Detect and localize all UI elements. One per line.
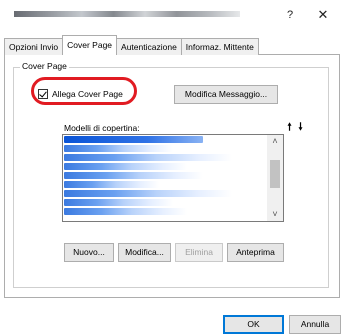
tab-autenticazione[interactable]: Autenticazione	[116, 38, 182, 55]
templates-list	[64, 136, 262, 217]
tab-informaz-mittente[interactable]: Informaz. Mittente	[180, 38, 259, 55]
list-item[interactable]	[64, 181, 160, 188]
tab-opzioni-invio[interactable]: Opzioni Invio	[4, 38, 64, 55]
attach-cover-page-label: Allega Cover Page	[52, 89, 123, 99]
title-bar: ? ✕	[0, 0, 345, 30]
preview-button[interactable]: Anteprima	[227, 243, 284, 262]
checkbox-checked-icon[interactable]	[38, 89, 48, 99]
list-item-selected[interactable]	[64, 136, 203, 143]
ok-button[interactable]: OK	[223, 315, 284, 334]
new-button[interactable]: Nuovo...	[64, 243, 114, 262]
list-item[interactable]	[64, 190, 233, 197]
templates-listbox[interactable]: ˄ ˅	[62, 134, 284, 222]
list-item[interactable]	[64, 154, 233, 161]
edit-button[interactable]: Modifica...	[118, 243, 171, 262]
edit-message-button[interactable]: Modifica Messaggio...	[174, 85, 278, 104]
arrow-up-icon[interactable]: 🠕	[285, 122, 294, 133]
arrow-down-icon[interactable]: 🠗	[296, 122, 305, 133]
attach-cover-page-checkbox[interactable]: Allega Cover Page	[38, 88, 123, 100]
close-button[interactable]: ✕	[312, 5, 334, 25]
list-item[interactable]	[64, 163, 187, 170]
delete-button[interactable]: Elimina	[175, 243, 223, 262]
scroll-thumb[interactable]	[270, 160, 280, 188]
window-title-blurred	[14, 11, 240, 17]
scroll-down-icon[interactable]: ˅	[267, 208, 283, 221]
list-item[interactable]	[64, 172, 203, 179]
tab-strip: Opzioni Invio Cover Page Autenticazione …	[4, 35, 259, 55]
help-button[interactable]: ?	[280, 6, 300, 24]
cover-page-group-title: Cover Page	[20, 61, 69, 72]
list-item[interactable]	[64, 145, 173, 152]
reorder-controls: 🠕 🠗	[285, 122, 305, 133]
tab-cover-page[interactable]: Cover Page	[62, 35, 118, 55]
list-item[interactable]	[64, 199, 173, 206]
cancel-button[interactable]: Annulla	[289, 315, 341, 334]
scroll-up-icon[interactable]: ˄	[267, 135, 283, 148]
templates-label: Modelli di copertina:	[64, 123, 140, 133]
vertical-scrollbar[interactable]: ˄ ˅	[267, 135, 283, 221]
list-item[interactable]	[64, 208, 187, 215]
